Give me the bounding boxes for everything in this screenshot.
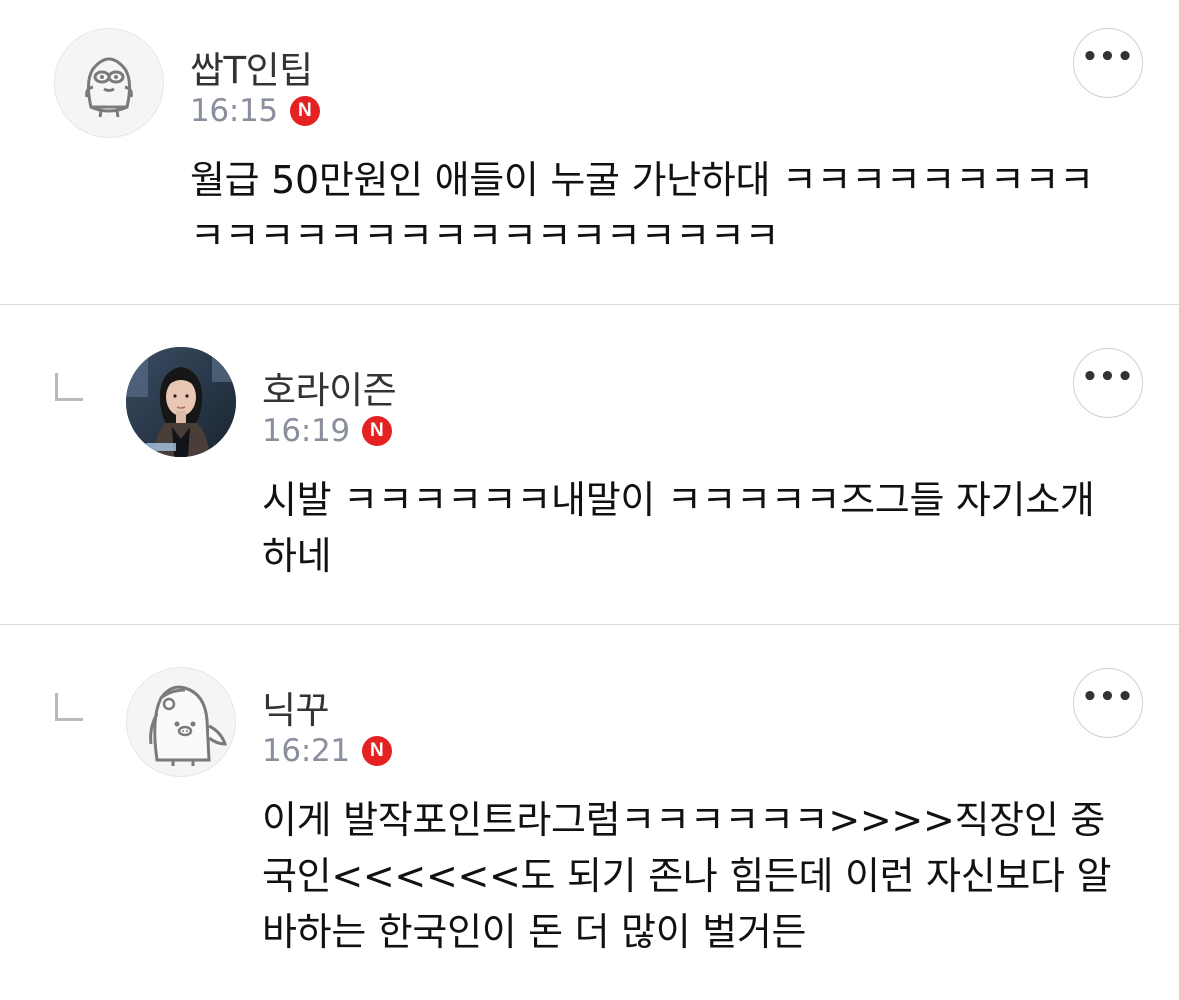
timestamp: 16:19	[262, 413, 350, 449]
timestamp-row: 16:15 N	[190, 93, 320, 129]
nickname[interactable]: 호라이즌	[262, 360, 397, 414]
comment-text: 월급 50만원인 애들이 누굴 가난하대 ㅋㅋㅋㅋㅋㅋㅋㅋㅋㅋㅋㅋㅋㅋㅋㅋㅋㅋㅋ…	[190, 158, 1094, 258]
new-badge: N	[361, 736, 392, 766]
comment-item: 쌉T인팁 16:15 N ••• 월급 50만원인 애들이 누굴 가난하대 ㅋㅋ…	[0, 0, 1179, 304]
reply-indicator-icon	[55, 373, 83, 401]
more-icon: •••	[1081, 362, 1135, 392]
timestamp: 16:21	[262, 733, 350, 769]
avatar[interactable]	[54, 28, 164, 138]
avatar[interactable]	[126, 667, 236, 777]
character-face-icon	[85, 57, 133, 118]
comment-item: 호라이즌 16:19 N ••• 시발 ㅋㅋㅋㅋㅋㅋ내말이 ㅋㅋㅋㅋㅋ즈그들 자…	[0, 305, 1179, 624]
comment-text: 이게 발작포인트라그럼ㅋㅋㅋㅋㅋㅋ>>>>직장인 중국인<<<<<<도 되기 존…	[262, 798, 1112, 954]
comment-text: 시발 ㅋㅋㅋㅋㅋㅋ내말이 ㅋㅋㅋㅋㅋ즈그들 자기소개하네	[262, 478, 1095, 578]
more-options-button[interactable]: •••	[1073, 348, 1143, 418]
avatar[interactable]	[126, 347, 236, 457]
character-bird-icon	[149, 685, 228, 766]
profile-photo	[126, 347, 236, 457]
nickname[interactable]: 쌉T인팁	[190, 40, 313, 94]
new-badge: N	[361, 416, 392, 446]
timestamp-row: 16:19 N	[262, 413, 392, 449]
reply-indicator-icon	[55, 693, 83, 721]
timestamp-row: 16:21 N	[262, 733, 392, 769]
more-options-button[interactable]: •••	[1073, 28, 1143, 98]
comment-item: 닉꾸 16:21 N ••• 이게 발작포인트라그럼ㅋㅋㅋㅋㅋㅋ>>>>직장인 …	[0, 625, 1179, 1000]
more-icon: •••	[1081, 42, 1135, 72]
new-badge: N	[289, 96, 320, 126]
nickname[interactable]: 닉꾸	[262, 680, 330, 734]
more-icon: •••	[1081, 682, 1135, 712]
timestamp: 16:15	[190, 93, 278, 129]
more-options-button[interactable]: •••	[1073, 668, 1143, 738]
